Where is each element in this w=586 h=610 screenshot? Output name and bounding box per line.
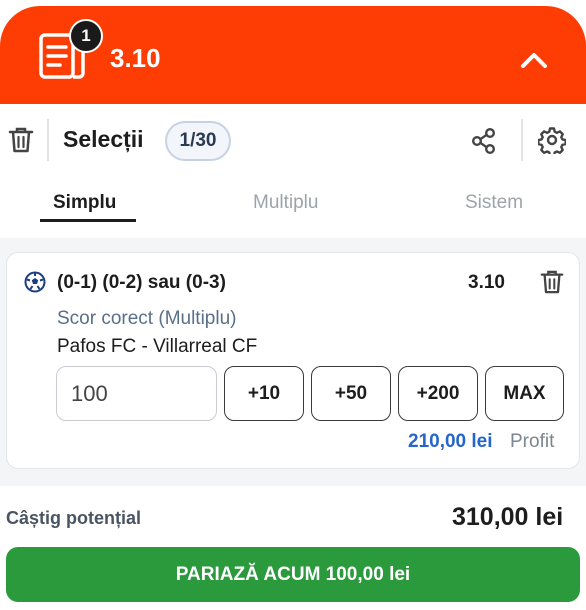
total-odds: 3.10 xyxy=(110,43,161,73)
tab-sistem[interactable]: Sistem xyxy=(465,192,523,214)
selections-area: (0-1) (0-2) sau (0-3) 3.10 Scor corect (… xyxy=(0,238,586,486)
place-bet-button[interactable]: PARIAZĂ ACUM 100,00 lei xyxy=(6,547,580,602)
divider xyxy=(47,119,49,161)
selection-name: (0-1) (0-2) sau (0-3) xyxy=(57,272,226,293)
tab-multiplu[interactable]: Multiplu xyxy=(253,192,318,214)
trash-icon[interactable] xyxy=(540,269,564,295)
share-icon[interactable] xyxy=(470,127,498,155)
chevron-up-icon[interactable] xyxy=(518,49,550,71)
quick-stake-200-button[interactable]: +200 xyxy=(398,366,478,421)
active-tab-indicator xyxy=(40,219,136,222)
potential-win-label: Câștig potențial xyxy=(6,508,142,528)
quick-stake-50-button[interactable]: +50 xyxy=(311,366,391,421)
max-stake-button[interactable]: MAX xyxy=(485,366,564,421)
profit-label: Profit xyxy=(510,431,555,452)
football-icon xyxy=(24,271,46,293)
trash-icon[interactable] xyxy=(8,126,34,154)
page-title: Selecții xyxy=(63,126,144,152)
betslip-toolbar: Selecții 1/30 xyxy=(0,104,586,176)
selection-odds: 3.10 xyxy=(468,272,505,293)
bet-type-tabs: Simplu Multiplu Sistem xyxy=(0,176,586,238)
profit-value: 210,00 lei xyxy=(408,431,493,452)
stake-input[interactable]: 100 xyxy=(56,366,217,421)
gear-icon[interactable] xyxy=(538,126,566,154)
selection-count-badge: 1 xyxy=(69,19,103,53)
selection-card: (0-1) (0-2) sau (0-3) 3.10 Scor corect (… xyxy=(6,252,580,469)
event-name: Pafos FC - Villarreal CF xyxy=(57,336,258,357)
tab-simplu[interactable]: Simplu xyxy=(53,192,116,214)
selection-count-pill: 1/30 xyxy=(165,121,231,161)
market-name: Scor corect (Multiplu) xyxy=(57,308,237,329)
quick-stake-10-button[interactable]: +10 xyxy=(224,366,304,421)
divider xyxy=(521,119,523,161)
betslip-footer: Câștig potențial 310,00 lei PARIAZĂ ACUM… xyxy=(0,486,586,610)
potential-win-value: 310,00 lei xyxy=(452,503,564,531)
betslip-header[interactable]: 1 3.10 xyxy=(0,6,586,104)
